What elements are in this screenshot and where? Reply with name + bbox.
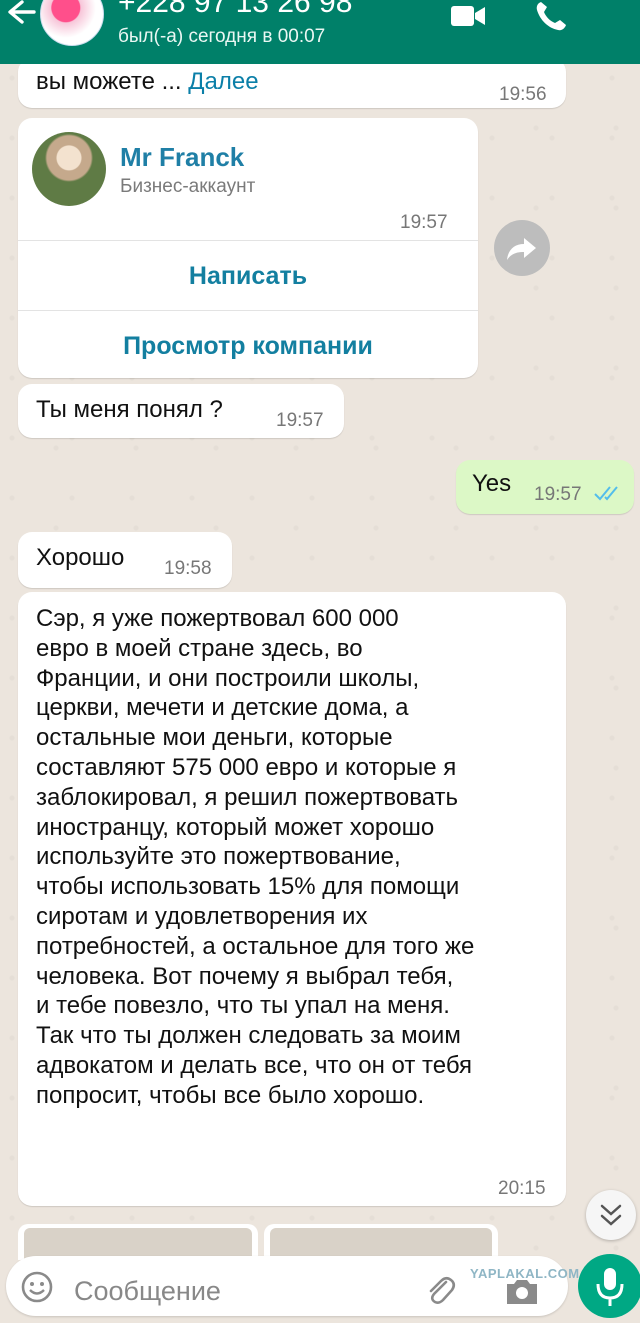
message-time: 19:57 [534,484,582,505]
mic-icon [596,1268,624,1306]
message-text: Сэр, я уже пожертвовал 600 000 евро в мо… [36,604,474,1111]
scroll-to-bottom-button[interactable] [586,1190,636,1240]
message-line: церкви, мечети и детские дома, а [36,694,409,722]
message-line: чтобы использовать 15% для помощи [36,873,460,901]
message-text: вы можете ... Далее [36,66,259,98]
message-time: 19:57 [400,212,448,233]
message-line: заблокировал, я решил пожертвовать [36,783,459,811]
card-divider [18,240,478,241]
back-arrow-icon[interactable] [4,0,38,30]
image-message[interactable] [264,1224,498,1260]
message-time: 19:58 [164,558,212,579]
message-line: сиротам и удовлетворения их [36,902,368,930]
mic-button[interactable] [578,1254,640,1318]
chevron-down-icon [600,1204,622,1226]
video-call-icon[interactable] [450,4,486,30]
message-line: попросит, чтобы все было хорошо. [36,1081,425,1109]
message-line: евро в моей стране здесь, во [36,634,363,662]
incoming-message[interactable]: вы можете ... Далее 19:56 [18,58,566,108]
double-check-icon [594,486,618,501]
message-text-start: вы можете ... [36,68,182,95]
phone-icon[interactable] [534,0,568,32]
message-line: иностранцу, который может хорошо [36,813,435,841]
emoji-icon[interactable] [20,1270,54,1304]
message-line: потребностей, а остальное для того же [36,932,475,960]
contact-avatar[interactable] [40,0,104,46]
chat-header: +228 97 13 26 98 был(-а) сегодня в 00:07 [0,0,640,64]
message-line: Так что ты должен следовать за моим [36,1022,461,1050]
message-composer[interactable]: Сообщение [6,1256,568,1316]
card-message-button[interactable]: Написать [18,262,478,291]
forward-icon [507,238,536,260]
card-avatar [32,132,106,206]
message-input[interactable]: Сообщение [74,1276,221,1307]
message-line: человека. Вот почему я выбрал тебя, [36,962,454,990]
card-contact-name: Mr Franck [120,142,245,172]
message-line: адвокатом и делать все, что он от тебя [36,1051,473,1079]
card-divider [18,310,478,311]
contact-title[interactable]: +228 97 13 26 98 [118,0,352,20]
message-time: 19:57 [276,410,324,431]
incoming-message[interactable]: Хорошо 19:58 [18,532,232,588]
message-line: составляют 575 000 евро и которые я [36,753,457,781]
attach-icon[interactable] [424,1272,456,1306]
message-line: Сэр, я уже пожертвовал 600 000 [36,605,399,632]
forward-button[interactable] [494,220,550,276]
message-line: Франции, и они построили школы, [36,664,420,692]
message-text: Yes [472,470,512,497]
read-more-link[interactable]: Далее [188,68,258,95]
message-time: 19:56 [499,84,547,105]
message-line: остальные мои деньги, которые [36,724,393,752]
message-text: Хорошо [36,544,125,571]
message-time: 20:15 [498,1178,546,1199]
card-view-business-button[interactable]: Просмотр компании [18,332,478,361]
message-line: используйте это пожертвование, [36,843,401,871]
incoming-message[interactable]: Ты меня понял ? 19:57 [18,384,344,438]
message-line: и тебе повезло, что ты упал на меня. [36,992,450,1020]
last-seen-status: был(-а) сегодня в 00:07 [118,26,326,47]
message-text: Ты меня понял ? [36,396,223,423]
card-subtitle: Бизнес-аккаунт [120,176,256,197]
image-message[interactable] [18,1224,258,1260]
watermark: YAPLAKAL.COM [470,1266,580,1281]
